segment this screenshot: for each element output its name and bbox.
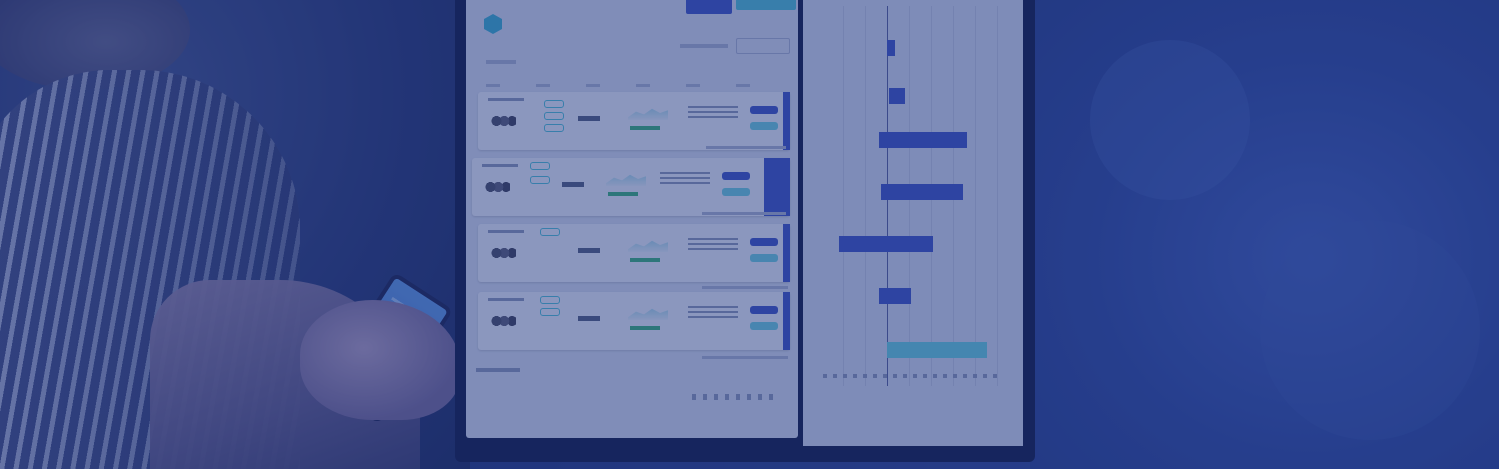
table-header	[486, 84, 776, 87]
card-footer-meta	[702, 356, 788, 359]
price-value	[562, 182, 584, 187]
sparkline-chart	[606, 174, 646, 186]
sparkline-chart	[628, 108, 668, 120]
card-side-tab	[783, 92, 790, 150]
secondary-action-button	[722, 188, 750, 196]
item-name	[488, 98, 524, 101]
sort-control	[680, 44, 728, 48]
x-axis-tick-labels	[823, 374, 1003, 378]
list-footer-label	[476, 368, 520, 372]
grid-line	[865, 6, 866, 386]
item-name	[488, 298, 524, 301]
tag-pill	[544, 112, 564, 120]
sparkline-chart	[628, 240, 668, 252]
item-description	[688, 238, 738, 252]
card-side-tab	[783, 224, 790, 282]
primary-action-button	[750, 238, 778, 246]
tag-pill	[544, 124, 564, 132]
bar	[887, 342, 987, 358]
change-percent	[630, 326, 660, 330]
pagination	[692, 394, 778, 400]
primary-action-button	[750, 106, 778, 114]
bar	[879, 132, 967, 148]
hexagon-logo-icon	[484, 14, 502, 34]
price-value	[578, 116, 600, 121]
grid-line	[975, 6, 976, 386]
change-percent	[608, 192, 638, 196]
primary-action-button	[722, 172, 750, 180]
avatar-group	[490, 244, 516, 262]
grid-line	[997, 6, 998, 386]
section-heading	[486, 60, 516, 64]
card-footer-meta	[702, 286, 788, 289]
item-description	[688, 306, 738, 320]
tag-pill	[530, 176, 550, 184]
item-name	[488, 230, 524, 233]
card-side-tab	[783, 292, 790, 350]
tag-pill	[540, 228, 560, 236]
tag-pill	[540, 296, 560, 304]
tag-pill	[530, 162, 550, 170]
item-description	[688, 106, 738, 120]
change-percent	[630, 258, 660, 262]
list-item	[478, 92, 790, 150]
monitor-screen-bar-chart	[803, 0, 1023, 446]
bar	[887, 40, 895, 56]
avatar-group	[490, 312, 516, 330]
bar	[879, 288, 911, 304]
bar	[839, 236, 933, 252]
date-range-box	[736, 38, 790, 54]
secondary-action-button	[750, 254, 778, 262]
monitor-screen-dashboard	[466, 0, 798, 438]
secondary-action-button	[750, 322, 778, 330]
bokeh-blob	[1260, 220, 1480, 440]
card-expanded-panel	[764, 158, 790, 216]
avatar-group	[490, 112, 516, 130]
bar	[889, 88, 905, 104]
grid-line	[843, 6, 844, 386]
price-value	[578, 316, 600, 321]
photo-scene	[0, 0, 1499, 469]
list-item	[472, 158, 790, 216]
tag-pill	[540, 308, 560, 316]
avatar-group	[484, 178, 510, 196]
card-footer-meta	[706, 146, 786, 149]
change-percent	[630, 126, 660, 130]
sparkline-chart	[628, 308, 668, 320]
card-footer-meta	[702, 212, 786, 215]
price-value	[578, 248, 600, 253]
item-name	[482, 164, 518, 167]
list-item	[478, 224, 790, 282]
filter-button	[686, 0, 732, 14]
secondary-action-button	[750, 122, 778, 130]
list-item	[478, 292, 790, 350]
action-button	[736, 0, 796, 10]
primary-action-button	[750, 306, 778, 314]
background-office-right	[1030, 0, 1499, 469]
item-description	[660, 172, 710, 186]
bokeh-blob	[1090, 40, 1250, 200]
tag-pill	[544, 100, 564, 108]
bar	[881, 184, 963, 200]
